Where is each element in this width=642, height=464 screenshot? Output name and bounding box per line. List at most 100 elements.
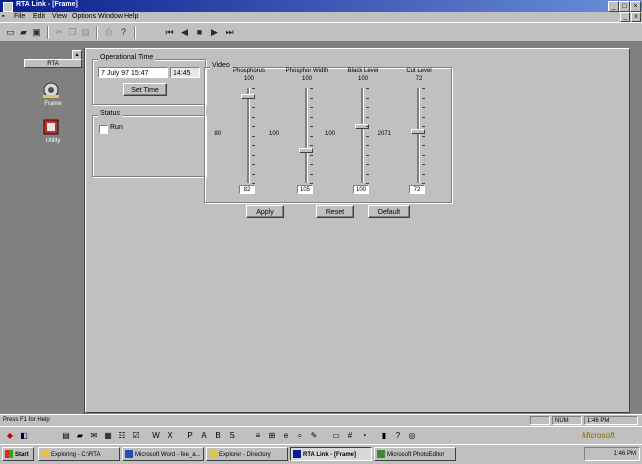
menu-edit[interactable]: Edit — [33, 13, 45, 20]
shortcut-group-button[interactable]: RTA — [24, 59, 82, 68]
new-document-icon[interactable]: ▭ — [4, 26, 17, 39]
menu-doc-icon[interactable]: ▪ — [2, 13, 4, 20]
play-icon[interactable]: ▶ — [208, 26, 221, 39]
menu-view[interactable]: View — [52, 13, 67, 20]
open-folder-icon[interactable]: ▰ — [17, 26, 30, 39]
slider-tick — [252, 154, 255, 156]
previous-frame-icon[interactable]: ◀ — [178, 26, 191, 39]
cut-icon[interactable]: ✂ — [53, 26, 66, 39]
office-mail-icon[interactable]: ✉ — [88, 429, 100, 442]
taskbar-item-active[interactable]: RTA Link - [Frame] — [290, 447, 372, 461]
minimize-button[interactable]: _ — [608, 1, 619, 12]
set-time-button[interactable]: Set Time — [123, 83, 167, 96]
operational-time-title: Operational Time — [98, 54, 156, 61]
slider-tick — [252, 183, 255, 184]
run-checkbox[interactable] — [99, 125, 108, 134]
slider-thumb[interactable] — [411, 128, 425, 134]
slider-track[interactable] — [361, 88, 364, 183]
taskbar-item[interactable]: Exploring - C:\RTA — [38, 447, 120, 461]
office-calc-icon[interactable]: # — [344, 429, 356, 442]
menu-file[interactable]: File — [14, 13, 25, 20]
office-doc-icon[interactable]: ▤ — [60, 429, 72, 442]
tray-clock: 1:46 PM — [613, 451, 636, 457]
slider-value-field[interactable]: 72 — [409, 185, 425, 194]
slider-tick — [422, 97, 425, 99]
run-checkbox-label: Run — [110, 124, 123, 131]
slider-track[interactable] — [417, 88, 420, 183]
start-button[interactable]: Start — [2, 447, 34, 461]
slider-value-field[interactable]: 82 — [239, 185, 255, 194]
paste-icon[interactable]: ▤ — [79, 26, 92, 39]
office-contacts-icon[interactable]: ☷ — [116, 429, 128, 442]
apply-button[interactable]: Apply — [246, 205, 284, 218]
copy-icon[interactable]: ❐ — [66, 26, 79, 39]
office-word-icon[interactable]: W — [150, 429, 162, 442]
office-network-icon[interactable]: ≡ — [252, 429, 264, 442]
status-title: Status — [98, 110, 122, 117]
office-schedule-icon[interactable]: S — [226, 429, 238, 442]
slider-value-field[interactable]: 100 — [353, 185, 369, 194]
office-shortcut-bar: ◆ ◧ ▤ ▰ ✉ ▦ ☷ ☑ W X P A B S ≡ ⊞ e ⌕ ✎ ▭ … — [0, 426, 642, 445]
close-button[interactable]: × — [630, 1, 641, 12]
office-ppt-icon[interactable]: P — [184, 429, 196, 442]
office-paint-icon[interactable]: ✎ — [308, 429, 320, 442]
document-minimize-button[interactable]: _ — [620, 12, 630, 22]
slider-tick — [310, 126, 313, 127]
slider-tick — [310, 145, 313, 146]
first-frame-icon[interactable]: ⏮ — [163, 26, 176, 39]
taskbar-item[interactable]: Microsoft Word - fee_a... — [122, 447, 204, 461]
slider-value-field[interactable]: 105 — [297, 185, 313, 194]
office-cmd-icon[interactable]: ▮ — [378, 429, 390, 442]
last-frame-icon[interactable]: ⏭ — [223, 26, 236, 39]
word-icon — [125, 450, 133, 458]
slider-tick — [422, 107, 425, 108]
office-notepad-icon[interactable]: ▭ — [330, 429, 342, 442]
menu-help[interactable]: Help — [124, 13, 138, 20]
window-title-bar[interactable]: RTA Link - [Frame] _ □ × — [0, 0, 642, 12]
taskbar-item[interactable]: Microsoft PhotoEditor — [374, 447, 456, 461]
slider-track[interactable] — [305, 88, 308, 183]
slider-tick — [310, 183, 313, 184]
office-calendar-icon[interactable]: ▦ — [102, 429, 114, 442]
office-menu-icon[interactable]: ◧ — [18, 429, 30, 442]
office-folder-icon[interactable]: ▰ — [74, 429, 86, 442]
save-disk-icon[interactable]: ▣ — [30, 26, 43, 39]
office-clock-icon[interactable]: ◔ — [358, 429, 370, 442]
status-clock: 1:46 PM — [584, 416, 638, 425]
time-field[interactable]: 14:45 — [170, 67, 200, 78]
office-explorer-icon[interactable]: ⊞ — [266, 429, 278, 442]
slider-thumb[interactable] — [299, 147, 313, 153]
default-button[interactable]: Default — [368, 205, 410, 218]
frame-grabber-icon[interactable] — [41, 81, 61, 99]
office-other-icon[interactable]: ◎ — [406, 429, 418, 442]
date-field[interactable]: 7 July 97 15:47 — [98, 67, 168, 78]
help-icon[interactable]: ? — [117, 26, 130, 39]
document-close-button[interactable]: x — [631, 12, 641, 22]
office-find-icon[interactable]: ⌕ — [294, 429, 306, 442]
slider-tick — [366, 154, 369, 156]
slider-track[interactable] — [247, 88, 250, 183]
app-icon[interactable] — [3, 2, 13, 12]
office-ie-icon[interactable]: e — [280, 429, 292, 442]
stop-icon[interactable]: ■ — [193, 26, 206, 39]
print-icon[interactable]: ⎙ — [102, 26, 115, 39]
taskbar-item-label: Microsoft Word - fee_a... — [135, 452, 201, 458]
office-binder-icon[interactable]: B — [212, 429, 224, 442]
slider-tick — [366, 135, 369, 137]
maximize-button[interactable]: □ — [619, 1, 630, 12]
office-tasks-icon[interactable]: ☑ — [130, 429, 142, 442]
utility-icon[interactable] — [41, 118, 61, 136]
office-help-icon[interactable]: ? — [392, 429, 404, 442]
office-excel-icon[interactable]: X — [164, 429, 176, 442]
office-access-icon[interactable]: A — [198, 429, 210, 442]
slider-min-label: 2071 — [377, 131, 391, 137]
menu-window[interactable]: Window — [98, 13, 123, 20]
taskbar-item[interactable]: Explorer - Directory — [206, 447, 288, 461]
frame-settings-panel: Operational Time 7 July 97 15:47 14:45 S… — [85, 48, 630, 413]
windows-logo-icon — [5, 450, 13, 458]
menu-options[interactable]: Options — [72, 13, 96, 20]
window-title: RTA Link - [Frame] — [16, 1, 78, 8]
slider-min-label: 100 — [324, 131, 335, 137]
reset-button[interactable]: Reset — [316, 205, 354, 218]
office-logo-icon[interactable]: ◆ — [4, 429, 16, 442]
